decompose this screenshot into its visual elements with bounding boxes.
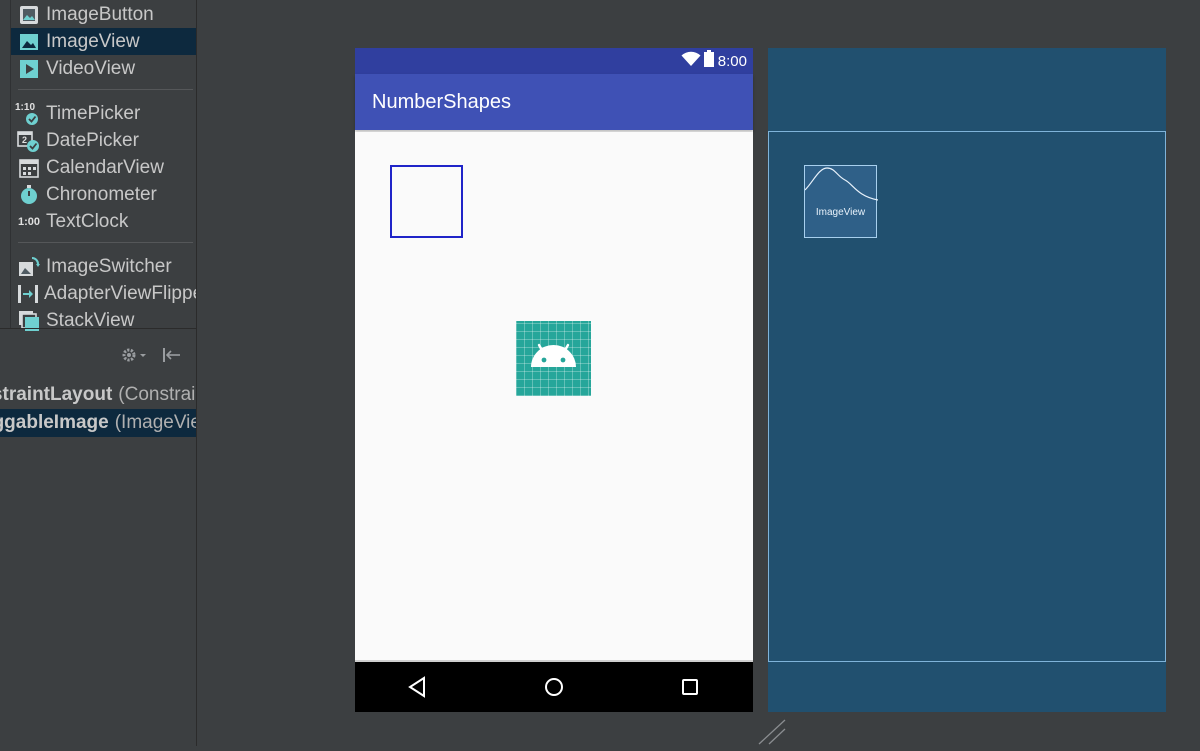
component-tree-divider [0,328,196,329]
status-bar: 8:00 [355,48,753,74]
wifi-icon [681,51,701,72]
palette-item-chronometer[interactable]: Chronometer [11,181,196,208]
time-picker-icon: 1:10 [15,102,41,126]
palette-item-calendarview[interactable]: CalendarView [11,154,196,181]
tree-row-draggable-image[interactable]: draggableImage (ImageView) [0,409,196,437]
blueprint-imageview[interactable]: ImageView [804,165,878,238]
palette-item-imageswitcher[interactable]: ImageSwitcher [11,253,196,280]
status-time: 8:00 [717,52,747,70]
battery-icon [703,50,714,72]
component-tree-toolbar [120,346,182,369]
image-view-icon [17,30,41,54]
navigation-bar [355,662,753,712]
blueprint-layout-bounds: ImageView [768,131,1166,662]
app-title: NumberShapes [372,91,511,113]
palette-separator [18,242,193,243]
date-picker-icon: 2 [17,129,41,153]
palette-item-stackview[interactable]: StackView [11,307,196,334]
draggable-image-outline[interactable] [390,165,463,238]
back-icon[interactable] [405,674,431,700]
adapter-view-flipper-icon [17,282,39,306]
calendar-view-icon [17,156,41,180]
tree-row-constraintlayout[interactable]: ConstraintLayout (ConstraintLayout) [0,381,196,409]
home-icon[interactable] [541,674,567,700]
collapse-panel-icon[interactable] [162,346,182,369]
design-surface[interactable]: 8:00 NumberShapes [355,48,753,712]
palette-separator [18,89,193,90]
recents-icon[interactable] [677,674,703,700]
chronometer-icon [17,183,41,207]
blueprint-surface[interactable]: ImageView [768,48,1166,712]
video-view-icon [17,57,41,81]
palette-item-imageview[interactable]: ImageView [11,28,196,55]
image-placeholder-icon [805,167,878,201]
app-bar: NumberShapes [355,74,753,130]
palette-panel: ImageButton ImageView VideoView 1:10 Tim… [0,0,197,746]
android-icon[interactable] [516,321,591,396]
palette-item-adapterviewflipper[interactable]: AdapterViewFlipper [11,280,196,307]
blueprint-imageview-label: ImageView [815,207,866,218]
resize-handle[interactable] [757,718,787,751]
image-button-icon [17,3,41,27]
palette-item-timepicker[interactable]: 1:10 TimePicker [11,100,196,127]
palette-item-imagebutton[interactable]: ImageButton [11,1,196,28]
palette-item-videoview[interactable]: VideoView [11,55,196,82]
image-switcher-icon [17,255,41,279]
gear-icon[interactable] [120,346,148,369]
palette-item-textclock[interactable]: 1:00 TextClock [11,208,196,235]
palette-item-datepicker[interactable]: 2 DatePicker [11,127,196,154]
text-clock-icon: 1:00 [17,215,41,228]
layout-content[interactable] [355,132,753,660]
